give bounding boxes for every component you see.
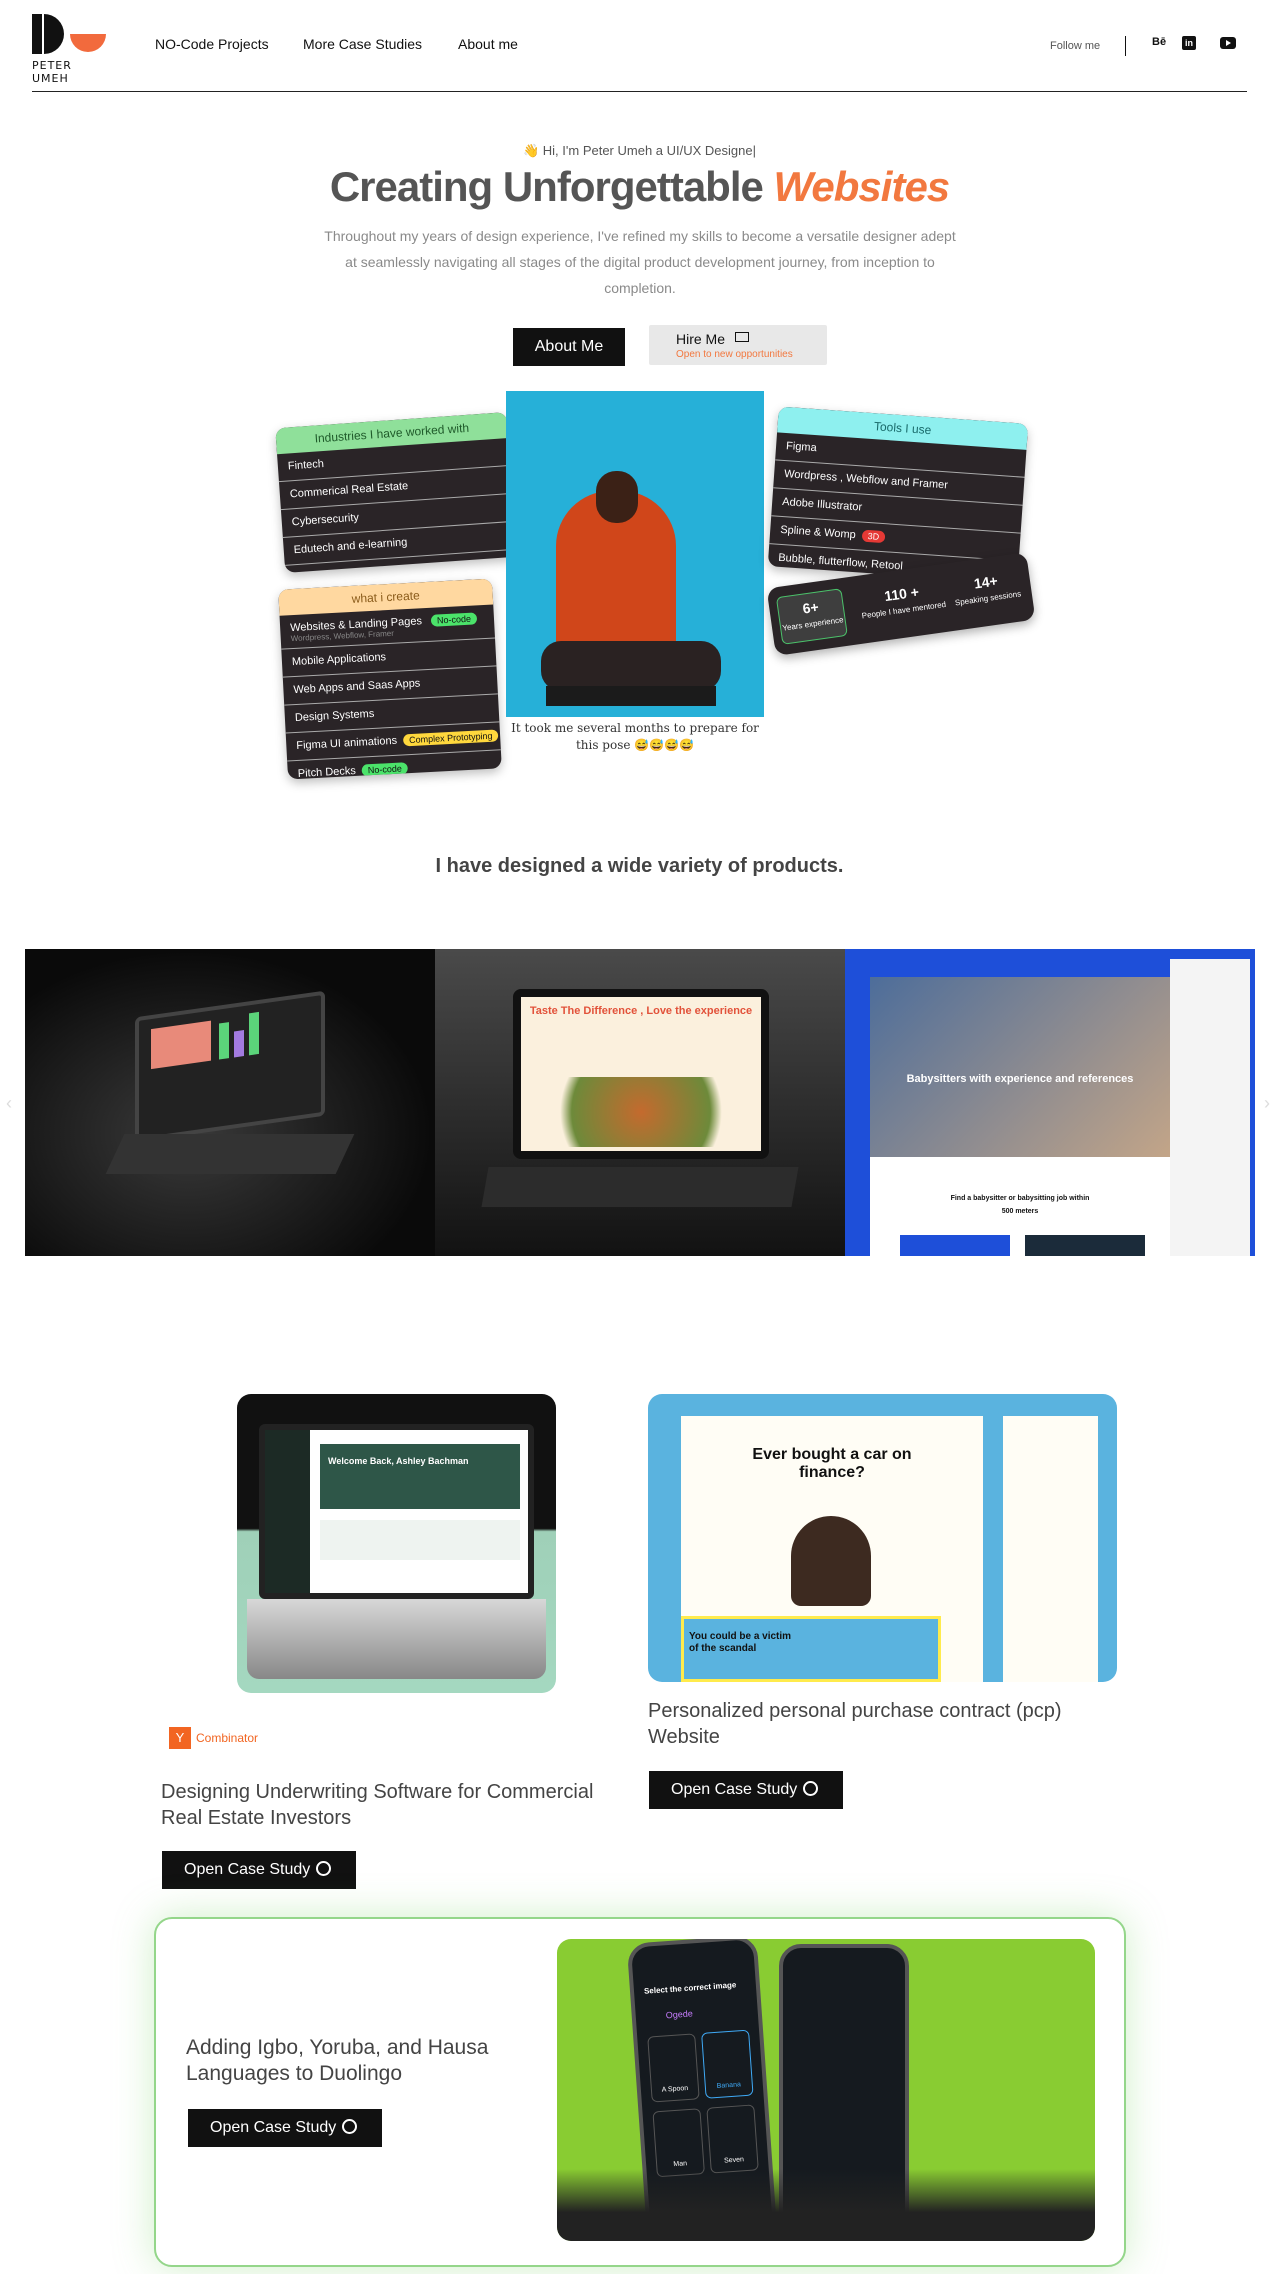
case-title-underwriting: Designing Underwriting Software for Comm…: [161, 1781, 594, 1829]
carousel-next-icon[interactable]: ›: [1264, 1093, 1270, 1114]
youtube-icon[interactable]: [1220, 37, 1236, 49]
case-title-duolingo: Adding Igbo, Yoruba, and Hausa Languages…: [186, 2036, 489, 2085]
tile-spoon: A Spoon: [647, 2033, 700, 2103]
greeting-text: 👋 Hi, I'm Peter Umeh a UI/UX Designe|: [522, 143, 756, 158]
divider: [1125, 36, 1126, 56]
nav-about-me[interactable]: About me: [458, 36, 518, 52]
industries-card: Industries I have worked with Fintech Co…: [275, 412, 517, 573]
logo-text: PETER UMEH: [32, 59, 72, 85]
stat-speaking: 14+ Speaking sessions: [946, 563, 1028, 621]
nav-more-case-studies[interactable]: More Case Studies: [303, 36, 422, 52]
carousel-prev-icon[interactable]: ‹: [6, 1093, 12, 1114]
tile-seven: Seven: [706, 2104, 759, 2174]
photo-caption: It took me several months to prepare for…: [511, 721, 759, 752]
follow-label: Follow me: [1050, 40, 1101, 52]
open-case-study-button[interactable]: Open Case Study: [649, 1771, 843, 1809]
header-divider: [32, 91, 1247, 92]
hero-title-plain: Creating Unforgettable: [329, 163, 774, 210]
screen-sub: You could be a victim of the scandal: [689, 1631, 792, 1654]
3d-tag: 3D: [861, 529, 886, 544]
button-label: Open Case Study: [671, 1781, 798, 1798]
open-case-study-button[interactable]: Open Case Study: [162, 1851, 356, 1889]
ycombinator-label: Combinator: [196, 1731, 259, 1745]
hire-me-sub: Open to new opportunities: [676, 349, 793, 360]
logo[interactable]: PETER UMEH: [32, 14, 112, 85]
hire-me-button[interactable]: Hire Me Open to new opportunities: [649, 325, 827, 365]
page: PETER UMEH NO-Code Projects More Case St…: [0, 0, 1279, 2274]
prototyping-tag: Complex Prototyping: [402, 729, 499, 747]
create-item-label: Figma UI animations: [296, 734, 398, 752]
hero-title-accent: Websites: [773, 163, 951, 210]
case-image-pcp[interactable]: Ever bought a car on finance? You could …: [648, 1394, 1117, 1682]
variety-heading: I have designed a wide variety of produc…: [435, 855, 844, 877]
ycombinator-logo-icon: Y: [169, 1727, 191, 1749]
nocode-tag: No-code: [361, 762, 409, 777]
about-me-button[interactable]: About Me: [513, 328, 625, 366]
create-item-label: Pitch Decks: [297, 764, 357, 780]
linkedin-icon[interactable]: in: [1182, 36, 1196, 50]
case-card-duolingo[interactable]: Adding Igbo, Yoruba, and Hausa Languages…: [154, 1917, 1126, 2267]
behance-icon[interactable]: Bē: [1152, 36, 1166, 48]
case-image-duolingo: Select the correct image Ogede A Spoon B…: [557, 1939, 1095, 2241]
tile-banana: Banana: [701, 2029, 754, 2099]
screen-title: Welcome Back, Ashley Bachman: [320, 1444, 520, 1509]
case-image-underwriting[interactable]: Welcome Back, Ashley Bachman: [237, 1394, 556, 1693]
arrow-circle-icon: [803, 1781, 819, 1797]
slide-headline: Taste The Difference , Love the experien…: [529, 1005, 753, 1017]
button-label: Open Case Study: [184, 1861, 311, 1878]
portrait-photo: [506, 391, 764, 717]
hire-me-label: Hire Me: [676, 331, 726, 347]
carousel-slide-restaurant[interactable]: Taste The Difference , Love the experien…: [435, 949, 845, 1256]
screen-title: Select the correct image: [643, 1980, 737, 1996]
nocode-tag: No-code: [430, 612, 478, 627]
screen-word: Ogede: [665, 2008, 694, 2021]
create-card: what i create Websites & Landing Pages N…: [278, 578, 502, 780]
hero-title: Creating Unforgettable Websites: [0, 163, 1279, 211]
open-case-study-button[interactable]: Open Case Study: [188, 2109, 382, 2147]
slide-sub: Find a babysitter or babysitting job wit…: [950, 1195, 1090, 1215]
case-title-pcp: Personalized personal purchase contract …: [648, 1700, 1062, 1748]
carousel-slide-babysitter[interactable]: Babysitters with experience and referenc…: [845, 949, 1255, 1256]
hero-lead: Throughout my years of design experience…: [324, 228, 956, 296]
ycombinator-badge: Y Combinator: [169, 1727, 258, 1749]
arrow-circle-icon: [316, 1861, 332, 1877]
mail-icon: [735, 332, 749, 342]
stat-years: 6+ Years experience: [775, 588, 848, 645]
screen-title: Ever bought a car on finance?: [752, 1446, 912, 1481]
tile-man: Man: [652, 2108, 705, 2178]
arrow-circle-icon: [342, 2119, 358, 2135]
stat-mentored: 110 + People I have mentored: [855, 574, 951, 634]
button-label: Open Case Study: [210, 2119, 337, 2136]
carousel-slide-dashboard[interactable]: [25, 949, 435, 1256]
nav-nocode-projects[interactable]: NO-Code Projects: [155, 36, 269, 52]
tool-item-label: Spline & Womp: [779, 523, 857, 542]
projects-carousel[interactable]: Taste The Difference , Love the experien…: [25, 949, 1255, 1256]
slide-headline: Babysitters with experience and referenc…: [906, 1073, 1134, 1085]
